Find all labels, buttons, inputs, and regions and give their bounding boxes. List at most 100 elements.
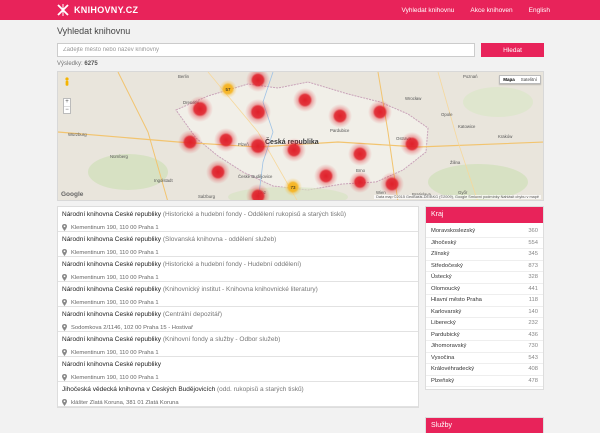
kraj-item[interactable]: Jihomoravský 730 xyxy=(426,341,543,353)
library-name[interactable]: Národní knihovna České republiky xyxy=(62,336,161,343)
nav-vyhledat-knihovnu[interactable]: Vyhledat knihovnu xyxy=(394,7,463,14)
list-item[interactable]: Národní knihovna České republiky (Histor… xyxy=(58,207,418,232)
red-cluster-marker[interactable] xyxy=(245,99,271,125)
results-label: Výsledky: xyxy=(57,61,83,67)
kraj-name[interactable]: Zlínský xyxy=(431,251,449,257)
kraj-item[interactable]: Hlavní město Praha 118 xyxy=(426,295,543,307)
address-text: Sodomkova 2/1146, 102 00 Praha 15 - Host… xyxy=(71,324,194,331)
kraj-item[interactable]: Pardubický 436 xyxy=(426,330,543,341)
library-name[interactable]: Jihočeská vědecká knihovna v Českých Bud… xyxy=(62,386,215,393)
red-cluster-marker[interactable] xyxy=(282,138,306,162)
page-title: Vyhledat knihovnu xyxy=(57,26,131,36)
red-cluster-marker[interactable] xyxy=(400,132,424,156)
location-pin-icon xyxy=(62,399,67,406)
location-pin-icon xyxy=(62,374,67,381)
red-cluster-marker[interactable] xyxy=(368,100,392,124)
kraj-name[interactable]: Vysočina xyxy=(431,355,454,361)
red-cluster-marker[interactable] xyxy=(328,104,352,128)
kraj-name[interactable]: Ústecký xyxy=(431,274,452,280)
kraj-count: 441 xyxy=(528,285,538,292)
red-cluster-marker[interactable] xyxy=(187,96,213,122)
library-title[interactable]: Národní knihovna České republiky (Histor… xyxy=(62,261,418,268)
kraj-name[interactable]: Jihomoravský xyxy=(431,343,466,349)
red-cluster-marker[interactable] xyxy=(293,88,317,112)
list-item[interactable]: Národní knihovna České republiky (Knihov… xyxy=(58,332,418,357)
red-cluster-marker[interactable] xyxy=(348,142,372,166)
location-pin-icon xyxy=(62,249,67,256)
list-item[interactable]: Národní knihovna České republiky Klement… xyxy=(58,357,418,382)
kraj-item[interactable]: Zlínský 345 xyxy=(426,249,543,261)
library-subtitle: (Historické a hudební fondy - Hudební od… xyxy=(162,261,302,268)
library-address: Klementinum 190, 110 00 Praha 1 xyxy=(62,299,418,306)
search-input[interactable] xyxy=(57,43,475,57)
results-count: Výsledky: 6275 xyxy=(57,61,98,67)
kraj-name[interactable]: Moravskoslezský xyxy=(431,228,475,234)
kraj-count: 232 xyxy=(528,320,538,327)
kraj-item[interactable]: Karlovarský 140 xyxy=(426,307,543,318)
red-cluster-marker[interactable] xyxy=(246,72,270,92)
kraj-name[interactable]: Hlavní město Praha xyxy=(431,297,482,303)
kraj-name[interactable]: Olomoucký xyxy=(431,286,460,292)
library-title[interactable]: Národní knihovna České republiky (Knihov… xyxy=(62,286,418,293)
list-item[interactable]: Národní knihovna České republiky (Histor… xyxy=(58,257,418,282)
red-cluster-marker[interactable] xyxy=(178,130,202,154)
red-cluster-marker[interactable] xyxy=(206,160,230,184)
kraj-item[interactable]: Plzeňský 478 xyxy=(426,376,543,387)
kraj-item[interactable]: Jihočeský 554 xyxy=(426,238,543,249)
kraj-name[interactable]: Karlovarský xyxy=(431,309,461,315)
nav-akce-knihoven[interactable]: Akce knihoven xyxy=(462,7,520,14)
list-item[interactable]: Národní knihovna České republiky (Knihov… xyxy=(58,282,418,307)
location-pin-icon xyxy=(62,349,67,356)
library-address: Sodomkova 2/1146, 102 00 Praha 15 - Host… xyxy=(62,324,418,331)
kraj-list: Moravskoslezský 360 Jihočeský 554 Zlínský 3… xyxy=(426,223,543,389)
library-address: Klementinum 190, 110 00 Praha 1 xyxy=(62,274,418,281)
red-cluster-marker[interactable] xyxy=(380,172,404,196)
kraj-item[interactable]: Středočeský 873 xyxy=(426,261,543,272)
library-title[interactable]: Jihočeská vědecká knihovna v Českých Bud… xyxy=(62,386,418,393)
kraj-name[interactable]: Královéhradecký xyxy=(431,366,474,372)
kraj-name[interactable]: Liberecký xyxy=(431,320,456,326)
kraj-count: 478 xyxy=(528,377,538,384)
kraj-item[interactable]: Moravskoslezský 360 xyxy=(426,226,543,238)
library-title[interactable]: Národní knihovna České republiky (Centrá… xyxy=(62,311,418,318)
list-item[interactable]: Jihočeská vědecká knihovna v Českých Bud… xyxy=(58,382,418,407)
list-item[interactable]: Národní knihovna České republiky (Centrá… xyxy=(58,307,418,332)
top-navbar: KNIHOVNY.CZ Vyhledat knihovnu Akce kniho… xyxy=(0,0,600,20)
library-title[interactable]: Národní knihovna České republiky (Histor… xyxy=(62,211,418,218)
yellow-cluster-marker[interactable]: 73 xyxy=(284,178,302,196)
kraj-item[interactable]: Liberecký 232 xyxy=(426,318,543,330)
red-cluster-marker[interactable] xyxy=(214,128,238,152)
library-name[interactable]: Národní knihovna České republiky xyxy=(62,236,161,243)
kraj-name[interactable]: Jihočeský xyxy=(431,240,456,246)
site-logo[interactable]: KNIHOVNY.CZ xyxy=(56,3,138,17)
nav-english[interactable]: English xyxy=(521,7,600,14)
search-button[interactable]: Hledat xyxy=(481,43,544,57)
red-cluster-marker[interactable] xyxy=(349,171,371,193)
library-name[interactable]: Národní knihovna České republiky xyxy=(62,261,161,268)
list-item[interactable]: Národní knihovna České republiky (Slovan… xyxy=(58,232,418,257)
library-name[interactable]: Národní knihovna České republiky xyxy=(62,361,161,368)
sluzby-panel-title[interactable]: Služby xyxy=(426,418,543,433)
kraj-name[interactable]: Pardubický xyxy=(431,332,460,338)
logo-text: KNIHOVNY.CZ xyxy=(74,5,139,15)
library-title[interactable]: Národní knihovna České republiky xyxy=(62,361,418,368)
red-cluster-marker[interactable] xyxy=(246,184,270,201)
kraj-item[interactable]: Ústecký 328 xyxy=(426,272,543,284)
library-name[interactable]: Národní knihovna České republiky xyxy=(62,211,161,218)
kraj-item[interactable]: Královéhradecký 408 xyxy=(426,364,543,376)
library-title[interactable]: Národní knihovna České republiky (Slovan… xyxy=(62,236,418,243)
red-cluster-marker[interactable] xyxy=(314,164,338,188)
kraj-item[interactable]: Olomoucký 441 xyxy=(426,284,543,295)
red-cluster-marker[interactable] xyxy=(245,133,271,159)
kraj-name[interactable]: Středočeský xyxy=(431,263,463,269)
library-title[interactable]: Národní knihovna České republiky (Knihov… xyxy=(62,336,418,343)
address-text: Klementinum 190, 110 00 Praha 1 xyxy=(71,299,159,306)
library-map[interactable]: + − Mapa Satelitní Berlin Poznań Dresden… xyxy=(57,71,544,201)
library-name[interactable]: Národní knihovna České republiky xyxy=(62,286,161,293)
kraj-item[interactable]: Vysočina 543 xyxy=(426,353,543,364)
yellow-cluster-marker[interactable]: 57 xyxy=(219,80,237,98)
kraj-name[interactable]: Plzeňský xyxy=(431,378,454,384)
library-name[interactable]: Národní knihovna České republiky xyxy=(62,311,161,318)
map-attribution[interactable]: Data map ©2015 GeoBasis-DE/BKG (©2009), … xyxy=(374,195,541,199)
kraj-count: 118 xyxy=(528,297,538,304)
